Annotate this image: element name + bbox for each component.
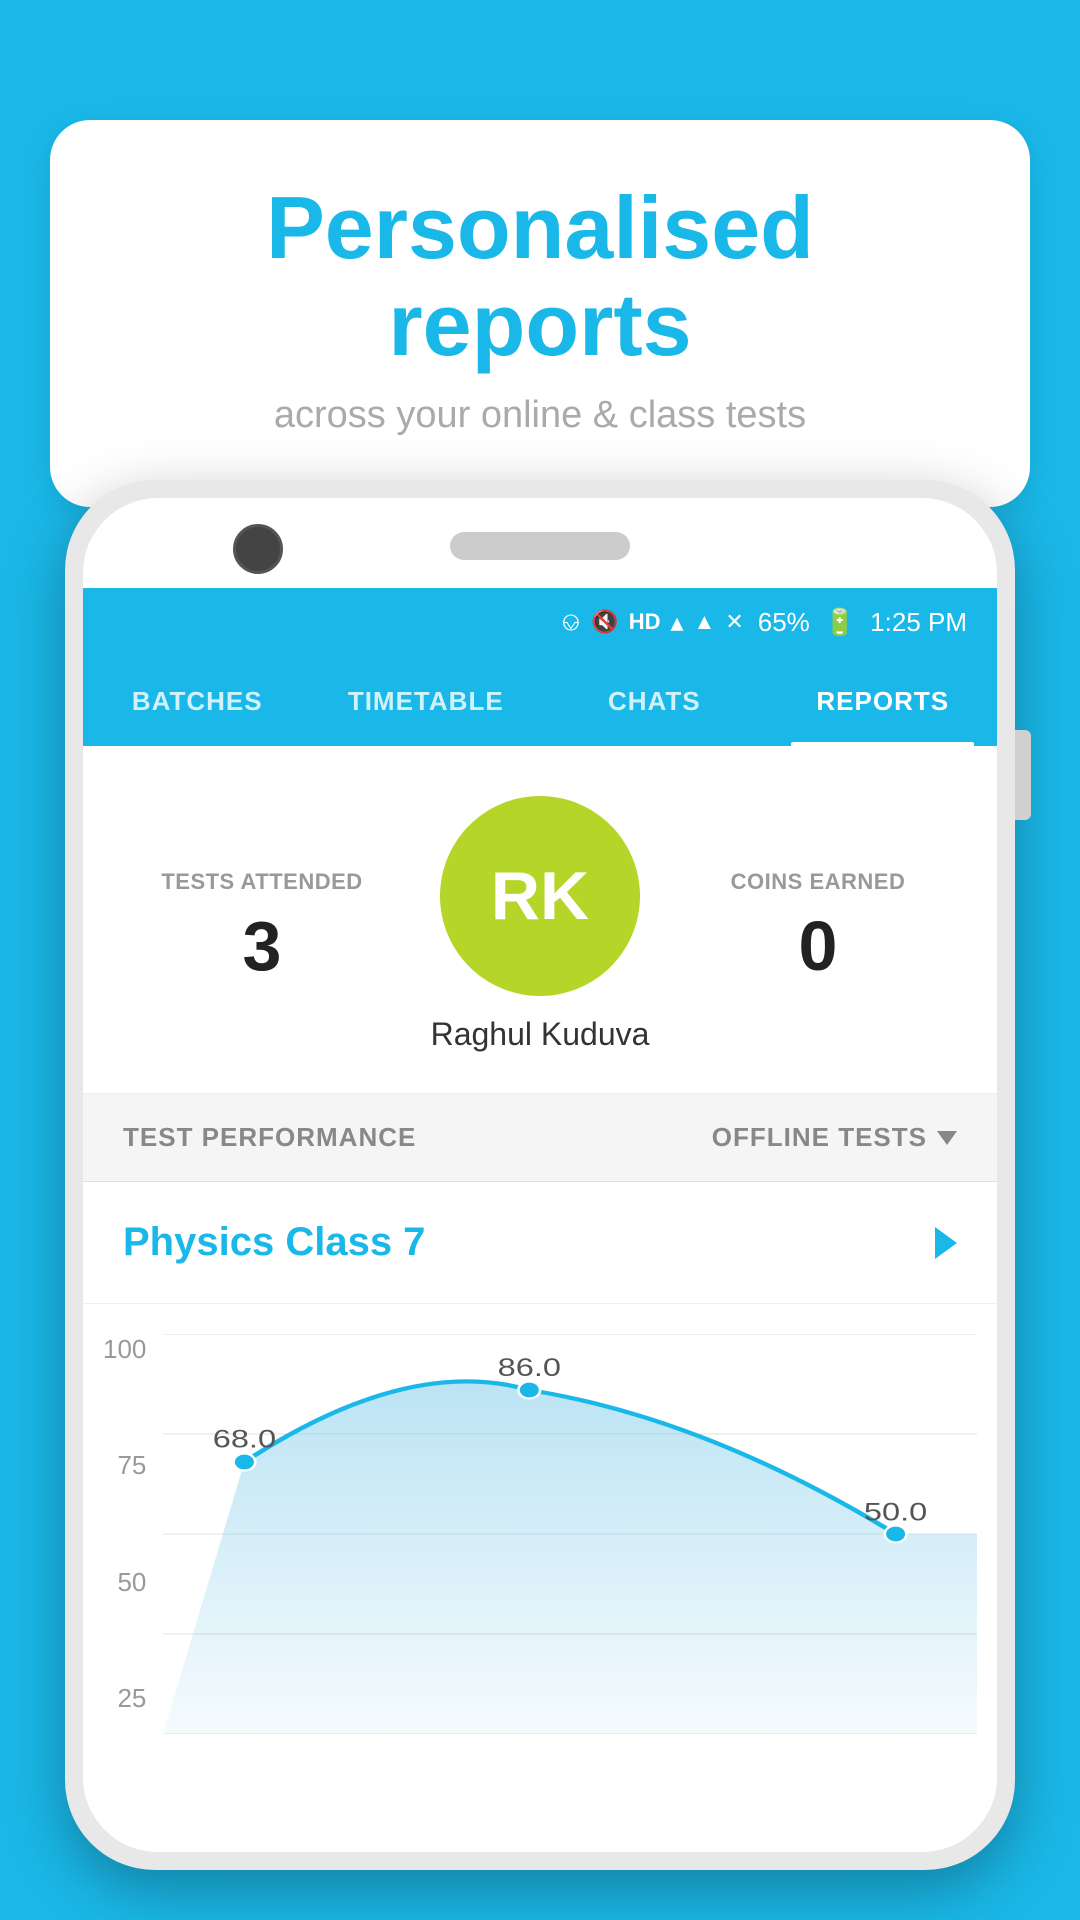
phone-wrapper: ⎉ 🔇 HD ▴ ▲ ✕ 65% 🔋 1:25 PM [65,480,1015,1920]
bubble-subtitle: across your online & class tests [130,394,950,437]
avatar: RK [440,796,640,996]
time-text: 1:25 PM [870,607,967,638]
avatar-center: RK Raghul Kuduva [401,796,679,1053]
battery-icon: 🔋 [824,607,856,638]
chevron-right-icon [935,1227,957,1259]
class-name: Physics Class 7 [123,1220,425,1265]
filter-label: OFFLINE TESTS [712,1122,927,1153]
battery-text: 65% [758,607,810,638]
phone-camera [233,524,283,574]
vibrate-icon: 🔇 [591,609,618,635]
y-label-50: 50 [103,1567,146,1598]
coins-earned-value: 0 [679,911,957,981]
chart-container: 100 75 50 25 [83,1304,997,1804]
chart-y-labels: 100 75 50 25 [103,1334,146,1714]
status-icons: ⎉ 🔇 HD ▴ ▲ ✕ [560,606,743,638]
tests-attended-value: 3 [123,911,401,981]
avatar-initials: RK [491,857,589,935]
phone-inner: ⎉ 🔇 HD ▴ ▲ ✕ 65% 🔋 1:25 PM [83,498,997,1852]
nav-tabs: BATCHES TIMETABLE CHATS REPORTS [83,656,997,746]
test-performance-label: TEST PERFORMANCE [123,1122,416,1153]
profile-section: TESTS ATTENDED 3 RK Raghul Kuduva COINS … [83,746,997,1094]
svg-text:86.0: 86.0 [498,1354,561,1382]
y-label-75: 75 [103,1450,146,1481]
section-header: TEST PERFORMANCE OFFLINE TESTS [83,1094,997,1182]
chart-svg: 68.0 86.0 50.0 [163,1334,977,1734]
tab-timetable[interactable]: TIMETABLE [312,656,541,746]
phone-outer: ⎉ 🔇 HD ▴ ▲ ✕ 65% 🔋 1:25 PM [65,480,1015,1870]
status-bar: ⎉ 🔇 HD ▴ ▲ ✕ 65% 🔋 1:25 PM [83,588,997,656]
tests-attended-block: TESTS ATTENDED 3 [123,869,401,981]
tab-batches[interactable]: BATCHES [83,656,312,746]
tests-attended-label: TESTS ATTENDED [123,869,401,895]
svg-text:50.0: 50.0 [864,1499,927,1527]
phone-side-button [1015,730,1031,820]
bubble-title: Personalised reports [130,180,950,374]
phone-speaker [450,532,630,560]
y-label-25: 25 [103,1683,146,1714]
physics-class-row[interactable]: Physics Class 7 [83,1182,997,1304]
signal-x-icon: ✕ [725,609,743,635]
user-name: Raghul Kuduva [431,1016,650,1053]
coins-earned-label: COINS EARNED [679,869,957,895]
bluetooth-icon: ⎉ [560,606,581,638]
screen: ⎉ 🔇 HD ▴ ▲ ✕ 65% 🔋 1:25 PM [83,588,997,1852]
speech-bubble: Personalised reports across your online … [50,120,1030,507]
chart-area: 68.0 86.0 50.0 [163,1334,977,1734]
hd-icon: HD [629,609,661,635]
tab-reports[interactable]: REPORTS [769,656,998,746]
svg-text:68.0: 68.0 [213,1426,276,1454]
y-label-100: 100 [103,1334,146,1365]
signal-icon: ▲ [694,609,716,635]
wifi-icon: ▴ [670,607,683,638]
coins-earned-block: COINS EARNED 0 [679,869,957,981]
filter-dropdown[interactable]: OFFLINE TESTS [712,1122,957,1153]
tab-chats[interactable]: CHATS [540,656,769,746]
chevron-down-icon [937,1131,957,1145]
